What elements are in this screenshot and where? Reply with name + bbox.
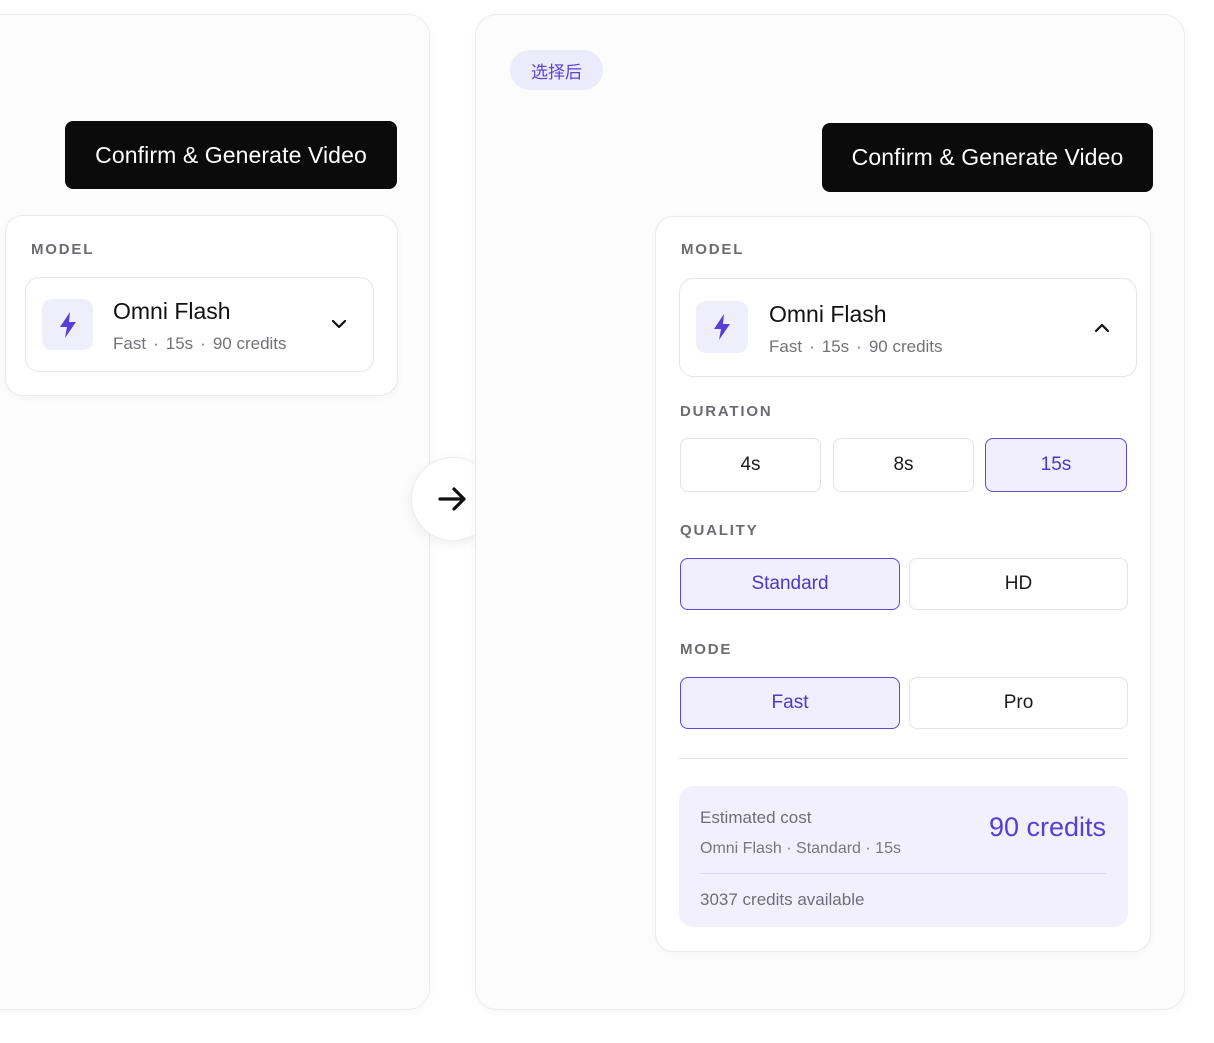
settings-card: MODEL Omni Flash Fast · 15s · 90 credits DUR…: [655, 216, 1151, 952]
divider: [679, 758, 1128, 759]
chevron-down-icon[interactable]: [329, 314, 349, 334]
quality-option-hd[interactable]: HD: [909, 558, 1128, 610]
credits-available: 3037 credits available: [700, 890, 865, 909]
cost-divider: [700, 873, 1106, 874]
model-duration: 15s: [821, 337, 850, 356]
arrow-right-icon: [438, 487, 466, 511]
after-selection-tag: 选择后: [510, 50, 603, 90]
model-meta: Fast · 15s · 90 credits: [769, 337, 943, 356]
chevron-up-icon[interactable]: [1092, 318, 1112, 338]
model-name: Omni Flash: [113, 298, 231, 324]
mode-option-fast[interactable]: Fast: [680, 677, 900, 729]
model-dropdown[interactable]: Omni Flash Fast · 15s · 90 credits: [679, 278, 1137, 377]
estimated-cost-box: Estimated cost Omni Flash · Standard · 1…: [679, 786, 1128, 927]
model-dropdown[interactable]: Omni Flash Fast · 15s · 90 credits: [25, 277, 374, 372]
model-name: Omni Flash: [769, 301, 887, 327]
quality-option-standard[interactable]: Standard: [680, 558, 900, 610]
duration-option-8s[interactable]: 8s: [833, 438, 974, 492]
mode-label: MODE: [680, 641, 733, 658]
cost-value: 90 credits: [988, 812, 1106, 842]
settings-card: MODEL Omni Flash Fast · 15s · 90 credits: [5, 215, 398, 396]
duration-label: DURATION: [680, 403, 773, 420]
model-meta: Fast · 15s · 90 credits: [113, 334, 287, 353]
model-duration: 15s: [165, 334, 194, 353]
lightning-bolt-icon: [42, 299, 93, 350]
model-speed: Fast: [769, 337, 803, 356]
lightning-bolt-icon: [696, 301, 748, 353]
quality-label: QUALITY: [680, 522, 759, 539]
model-speed: Fast: [113, 334, 147, 353]
confirm-generate-button[interactable]: Confirm & Generate Video: [65, 121, 397, 189]
after-panel: 选择后 Confirm & Generate Video MODEL Omni …: [475, 14, 1185, 1010]
duration-option-4s[interactable]: 4s: [680, 438, 821, 492]
model-credits: 90 credits: [868, 337, 943, 356]
mode-option-pro[interactable]: Pro: [909, 677, 1128, 729]
cost-summary: Omni Flash · Standard · 15s: [700, 840, 901, 857]
model-section-label: MODEL: [31, 241, 95, 258]
estimated-cost-label: Estimated cost: [700, 808, 812, 827]
model-section-label: MODEL: [681, 241, 745, 258]
before-panel: Confirm & Generate Video MODEL Omni Flas…: [0, 14, 430, 1010]
model-credits: 90 credits: [212, 334, 287, 353]
duration-option-15s[interactable]: 15s: [985, 438, 1127, 492]
confirm-generate-button[interactable]: Confirm & Generate Video: [822, 123, 1153, 192]
